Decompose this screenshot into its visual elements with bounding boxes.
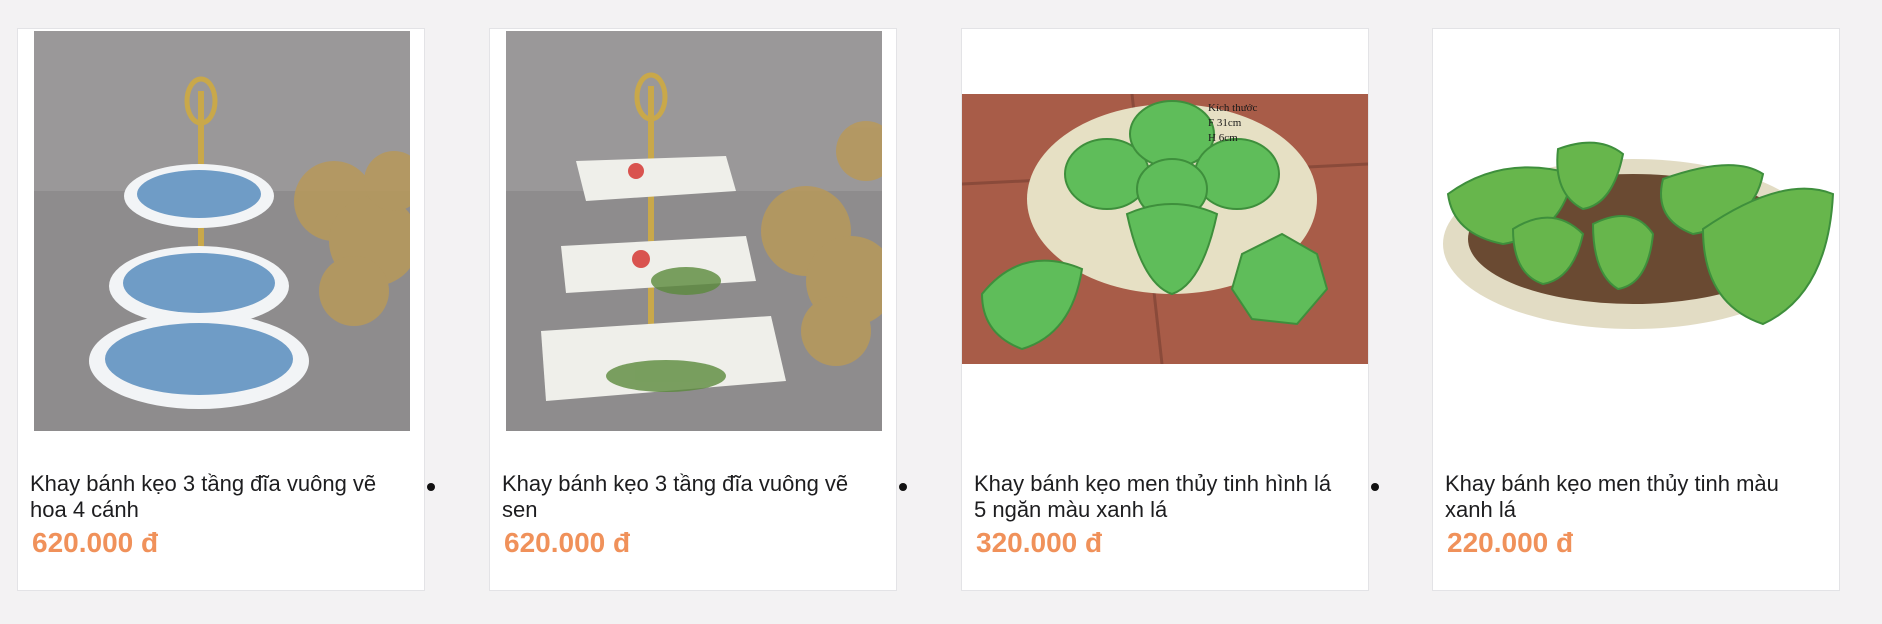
product-image[interactable] (1433, 94, 1839, 364)
product-title[interactable]: Khay bánh kẹo 3 tầng đĩa vuông vẽ sen (502, 471, 872, 523)
image-caption: F 31cm (1208, 117, 1242, 129)
product-title[interactable]: Khay bánh kẹo men thủy tinh màu xanh lá (1445, 471, 1815, 523)
list-bullet (427, 483, 435, 491)
product-image[interactable]: Kích thước F 31cm H 6cm (962, 94, 1368, 364)
product-title[interactable]: Khay bánh kẹo 3 tầng đĩa vuông vẽ hoa 4 … (30, 471, 400, 523)
product-price: 320.000 đ (976, 527, 1103, 558)
product-price: 620.000 đ (32, 527, 159, 558)
product-card[interactable]: Khay bánh kẹo 3 tầng đĩa vuông vẽ sen 62… (489, 28, 897, 591)
product-card[interactable]: Kích thước F 31cm H 6cm Khay bánh kẹo me… (961, 28, 1369, 591)
product-title[interactable]: Khay bánh kẹo men thủy tinh hình lá 5 ng… (974, 471, 1344, 523)
product-image[interactable] (506, 31, 882, 431)
product-price: 620.000 đ (504, 527, 631, 558)
product-image[interactable] (34, 31, 410, 431)
list-bullet (899, 483, 907, 491)
product-card[interactable]: Khay bánh kẹo men thủy tinh màu xanh lá … (1432, 28, 1840, 591)
image-caption: H 6cm (1208, 132, 1238, 144)
product-price: 220.000 đ (1447, 527, 1574, 558)
product-card[interactable]: Khay bánh kẹo 3 tầng đĩa vuông vẽ hoa 4 … (17, 28, 425, 591)
list-bullet (1371, 483, 1379, 491)
image-caption: Kích thước (1208, 102, 1257, 114)
